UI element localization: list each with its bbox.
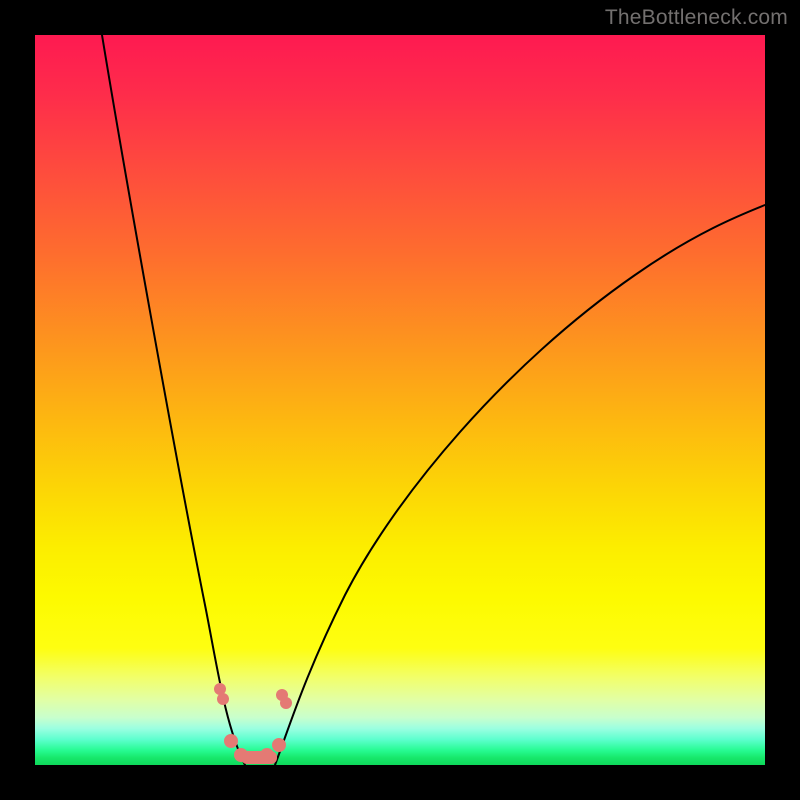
curve-left-branch xyxy=(102,35,245,765)
marker-dot xyxy=(272,738,286,752)
curve-right-branch xyxy=(275,205,765,765)
plot-area xyxy=(35,35,765,765)
chart-stage: TheBottleneck.com xyxy=(0,0,800,800)
marker-dot xyxy=(280,697,292,709)
marker-dot xyxy=(224,734,238,748)
watermark-text: TheBottleneck.com xyxy=(605,6,788,30)
marker-dot xyxy=(217,693,229,705)
marker-pill xyxy=(241,751,277,764)
curve-layer xyxy=(35,35,765,765)
